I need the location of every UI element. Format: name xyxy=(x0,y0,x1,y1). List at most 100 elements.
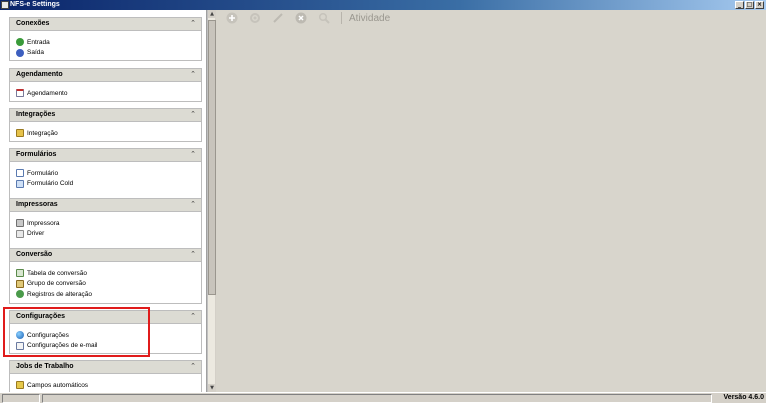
section-header-formularios[interactable]: Formulários ⌃ xyxy=(10,149,201,162)
nav-item-label: Tabela de conversão xyxy=(27,269,87,277)
nav-item-label: Integração xyxy=(27,129,58,137)
scroll-thumb[interactable] xyxy=(208,20,216,295)
section-impressoras: Impressoras ⌃ Impressora Driver xyxy=(9,198,202,250)
nav-item-label: Agendamento xyxy=(27,89,68,97)
collapse-icon[interactable]: ⌃ xyxy=(190,312,196,320)
nav-item-label: Entrada xyxy=(27,38,50,46)
scroll-down-icon[interactable]: ▼ xyxy=(208,384,216,392)
app-icon xyxy=(1,1,9,9)
pencil-icon xyxy=(273,13,283,23)
collapse-icon[interactable]: ⌃ xyxy=(190,19,196,27)
nav-item-saida[interactable]: Saída xyxy=(16,48,201,59)
section-title: Integrações xyxy=(16,111,56,118)
section-conversao: Conversão ⌃ Tabela de conversão Grupo de… xyxy=(9,248,202,304)
collapse-icon[interactable]: ⌃ xyxy=(190,110,196,118)
delete-icon xyxy=(295,12,307,24)
auto-fields-icon xyxy=(16,381,24,390)
close-button[interactable]: × xyxy=(755,1,764,9)
window-title: NFS-e Settings xyxy=(10,1,60,8)
form-icon xyxy=(16,169,24,178)
nav-item-label: Formulário xyxy=(27,169,59,177)
saida-icon xyxy=(16,48,24,57)
section-header-configuracoes[interactable]: Configurações ⌃ xyxy=(10,311,201,324)
section-title: Jobs de Trabalho xyxy=(16,363,74,370)
nav-item-label: Grupo de conversão xyxy=(27,280,86,288)
calendar-icon xyxy=(16,89,24,98)
section-formularios: Formulários ⌃ Formulário Formulário Cold xyxy=(9,148,202,200)
nav-item-label: Formulário Cold xyxy=(27,180,74,188)
status-cell xyxy=(2,394,40,403)
section-title: Formulários xyxy=(16,151,57,158)
globe-icon xyxy=(16,331,24,340)
section-conexoes: Conexões ⌃ Entrada Saída xyxy=(9,17,202,61)
section-title: Conversão xyxy=(16,251,53,258)
section-agendamento: Agendamento ⌃ Agendamento xyxy=(9,68,202,102)
nav-item-agendamento[interactable]: Agendamento xyxy=(16,88,201,99)
nav-item-label: Configurações xyxy=(27,331,69,339)
maximize-button[interactable]: □ xyxy=(745,1,754,9)
section-header-conversao[interactable]: Conversão ⌃ xyxy=(10,249,201,262)
search-button[interactable] xyxy=(318,12,330,24)
nav-item-campos-automaticos[interactable]: Campos automáticos xyxy=(16,380,201,391)
nav-item-entrada[interactable]: Entrada xyxy=(16,37,201,48)
nav-item-impressora[interactable]: Impressora xyxy=(16,218,201,229)
email-icon xyxy=(16,341,24,350)
printer-icon xyxy=(16,219,24,228)
nav-item-formulario-cold[interactable]: Formulário Cold xyxy=(16,179,201,190)
nav-item-formulario[interactable]: Formulário xyxy=(16,168,201,179)
main-area: Atividade xyxy=(216,10,766,392)
conversion-table-icon xyxy=(16,269,24,278)
collapse-icon[interactable]: ⌃ xyxy=(190,200,196,208)
nav-item-label: Driver xyxy=(27,230,45,238)
navigation-panel: Conexões ⌃ Entrada Saída Agendamento ⌃ A… xyxy=(0,10,207,392)
section-header-jobs-trabalho[interactable]: Jobs de Trabalho ⌃ xyxy=(10,361,201,374)
title-bar: NFS-e Settings _ □ × xyxy=(0,0,766,10)
add-icon xyxy=(226,12,238,24)
section-jobs-trabalho: Jobs de Trabalho ⌃ Campos automáticos xyxy=(9,360,202,392)
nav-item-driver[interactable]: Driver xyxy=(16,229,201,240)
collapse-icon[interactable]: ⌃ xyxy=(190,70,196,78)
settings-button[interactable] xyxy=(249,12,261,24)
integration-icon xyxy=(16,129,24,138)
version-label: Versão 4.6.0 xyxy=(723,394,764,401)
section-title: Configurações xyxy=(16,313,66,320)
section-header-conexoes[interactable]: Conexões ⌃ xyxy=(10,18,201,31)
nav-item-registros-alteracao[interactable]: Registros de alteração xyxy=(16,289,201,300)
left-panel-scrollbar[interactable]: ▲ ▼ xyxy=(207,10,216,392)
nav-item-configuracoes[interactable]: Configurações xyxy=(16,330,201,341)
nav-item-configuracoes-email[interactable]: Configurações de e-mail xyxy=(16,341,201,352)
nav-item-integracao[interactable]: Integração xyxy=(16,128,201,139)
nav-item-label: Registros de alteração xyxy=(27,290,93,298)
add-button[interactable] xyxy=(226,12,238,24)
conversion-group-icon xyxy=(16,279,24,288)
nav-item-grupo-conversao[interactable]: Grupo de conversão xyxy=(16,279,201,290)
section-header-agendamento[interactable]: Agendamento ⌃ xyxy=(10,69,201,82)
section-header-impressoras[interactable]: Impressoras ⌃ xyxy=(10,199,201,212)
collapse-icon[interactable]: ⌃ xyxy=(190,362,196,370)
nav-item-label: Saída xyxy=(27,49,44,57)
collapse-icon[interactable]: ⌃ xyxy=(190,150,196,158)
scroll-up-icon[interactable]: ▲ xyxy=(208,10,216,18)
status-cell xyxy=(42,394,712,403)
form-cold-icon xyxy=(16,179,24,188)
section-header-integracoes[interactable]: Integrações ⌃ xyxy=(10,109,201,122)
section-integracoes: Integrações ⌃ Integração xyxy=(9,108,202,142)
change-log-icon xyxy=(16,290,24,299)
nav-item-tabela-conversao[interactable]: Tabela de conversão xyxy=(16,268,201,279)
minimize-button[interactable]: _ xyxy=(735,1,744,9)
section-title: Conexões xyxy=(16,20,50,27)
search-icon xyxy=(318,12,330,24)
edit-button[interactable] xyxy=(272,12,284,24)
activity-label: Atividade xyxy=(349,12,391,24)
entrada-icon xyxy=(16,38,24,47)
driver-icon xyxy=(16,229,24,238)
nav-item-label: Impressora xyxy=(27,219,60,227)
status-bar: Versão 4.6.0 xyxy=(0,392,766,403)
delete-button[interactable] xyxy=(295,12,307,24)
gear-icon xyxy=(250,13,260,23)
collapse-icon[interactable]: ⌃ xyxy=(190,250,196,258)
nav-item-label: Configurações de e-mail xyxy=(27,342,98,350)
section-title: Agendamento xyxy=(16,71,63,78)
nav-item-label: Campos automáticos xyxy=(27,381,89,389)
section-title: Impressoras xyxy=(16,201,58,208)
